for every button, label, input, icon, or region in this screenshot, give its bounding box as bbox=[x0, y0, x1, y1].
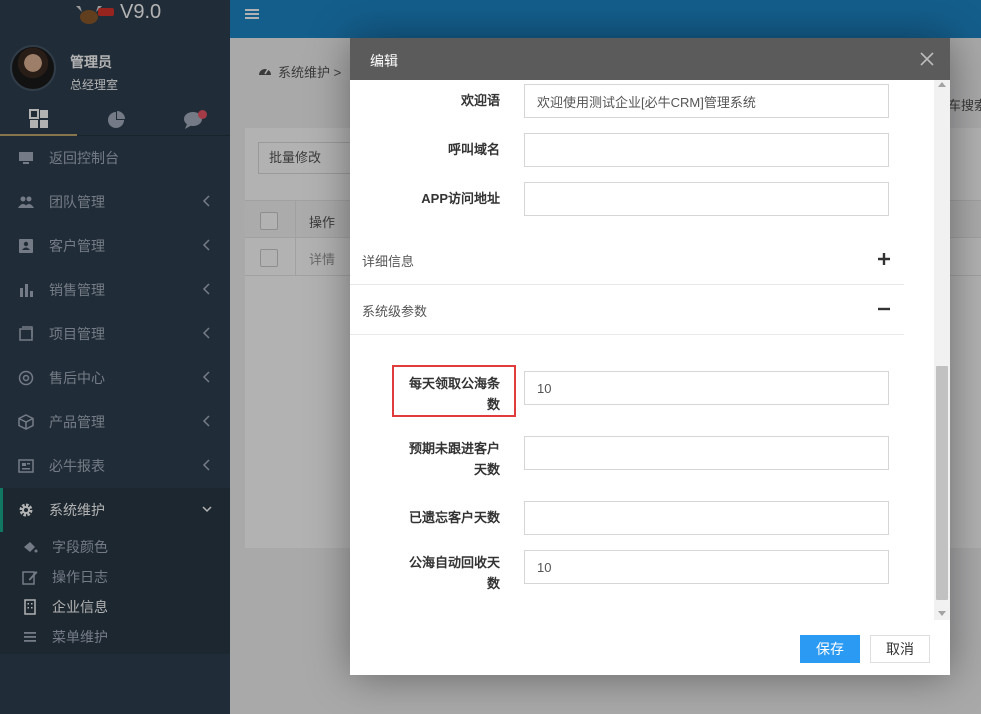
dialog-title: 编辑 bbox=[370, 53, 398, 69]
form-row-forgotten-customer-days: 已遗忘客户天数 bbox=[350, 501, 934, 535]
save-button[interactable]: 保存 bbox=[800, 635, 860, 663]
minus-icon[interactable] bbox=[878, 303, 890, 315]
dialog-header: 编辑 bbox=[350, 38, 950, 80]
form-row-call-domain: 呼叫域名 bbox=[350, 133, 934, 167]
edit-dialog: 编辑 欢迎语 呼叫域名 APP访问地址 详细信息 系统级参数 bbox=[350, 38, 950, 675]
plus-icon[interactable] bbox=[878, 253, 890, 265]
close-icon[interactable] bbox=[920, 52, 934, 66]
scroll-down-arrow-icon[interactable] bbox=[938, 611, 946, 616]
no-followup-days-input[interactable] bbox=[524, 436, 889, 470]
section-title: 系统级参数 bbox=[362, 304, 428, 319]
form-row-app-url: APP访问地址 bbox=[350, 182, 934, 216]
scroll-thumb[interactable] bbox=[936, 366, 948, 600]
dialog-scrollbar[interactable] bbox=[934, 80, 950, 620]
form-row-expected-no-followup-days: 预期未跟进客户 天数 bbox=[350, 436, 934, 480]
welcome-text-input[interactable] bbox=[524, 84, 889, 118]
annotation-highlight-box bbox=[392, 365, 516, 417]
app-url-input[interactable] bbox=[524, 182, 889, 216]
pool-auto-recycle-days-input[interactable] bbox=[524, 550, 889, 584]
section-details[interactable]: 详细信息 bbox=[350, 235, 904, 285]
field-label: APP访问地址 bbox=[421, 191, 500, 206]
field-label: 预期未跟进客户 天数 bbox=[408, 441, 500, 477]
call-domain-input[interactable] bbox=[524, 133, 889, 167]
cancel-button[interactable]: 取消 bbox=[870, 635, 930, 663]
daily-pool-claims-input[interactable] bbox=[524, 371, 889, 405]
forgotten-customer-days-input[interactable] bbox=[524, 501, 889, 535]
section-system-params[interactable]: 系统级参数 bbox=[350, 285, 904, 335]
field-label: 已遗忘客户天数 bbox=[408, 510, 500, 525]
form-row-pool-auto-recycle-days: 公海自动回收天数 bbox=[350, 550, 934, 594]
dialog-body: 欢迎语 呼叫域名 APP访问地址 详细信息 系统级参数 每天领取 bbox=[350, 80, 950, 620]
field-label: 欢迎语 bbox=[460, 93, 500, 108]
section-title: 详细信息 bbox=[362, 254, 415, 269]
dialog-footer: 保存 取消 bbox=[350, 620, 950, 675]
field-label: 呼叫域名 bbox=[447, 142, 500, 157]
field-label: 公海自动回收天数 bbox=[408, 555, 500, 591]
form-row-welcome: 欢迎语 bbox=[350, 84, 934, 118]
scroll-up-arrow-icon[interactable] bbox=[938, 82, 946, 87]
